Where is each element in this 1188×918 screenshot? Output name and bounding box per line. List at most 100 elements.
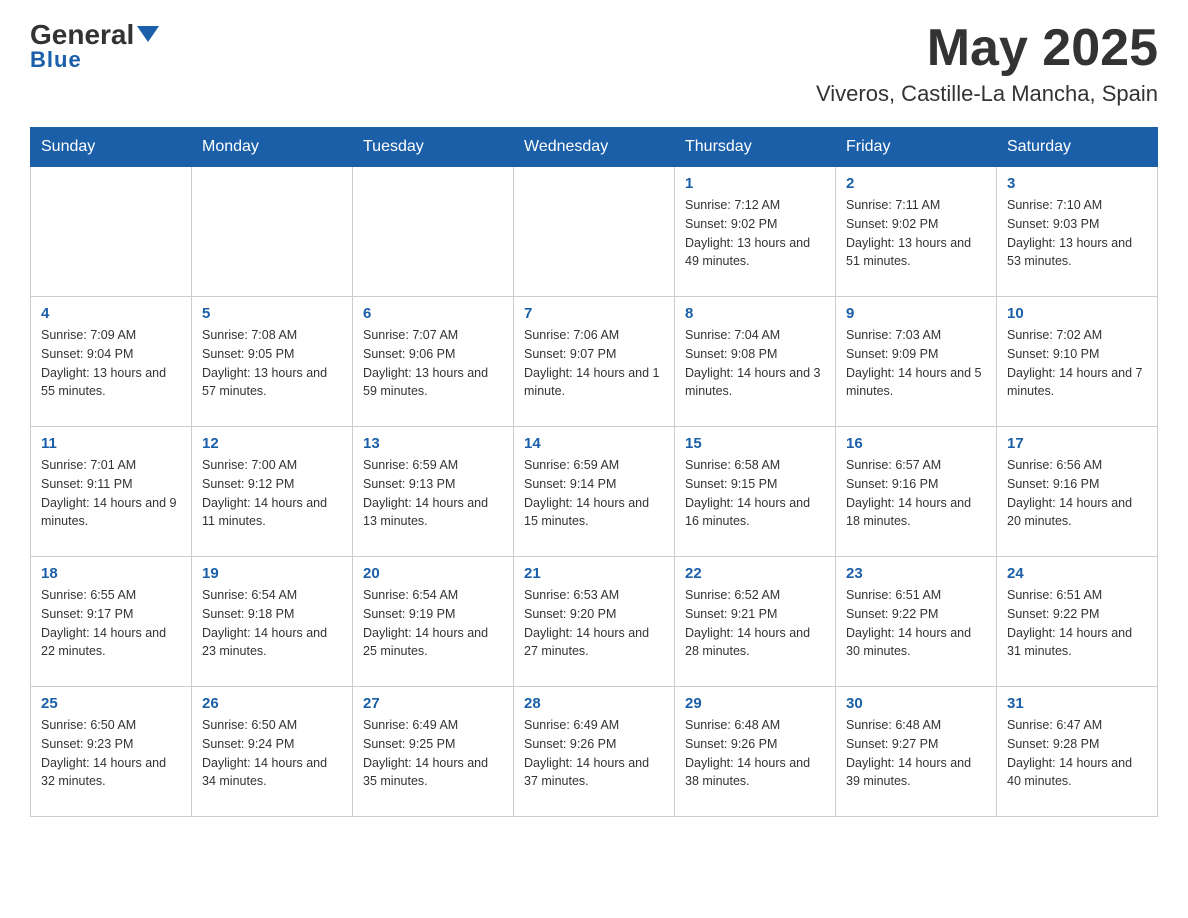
calendar-cell: 29Sunrise: 6:48 AMSunset: 9:26 PMDayligh…	[675, 687, 836, 817]
day-number: 6	[363, 305, 503, 322]
calendar-cell: 30 Sunrise: 6:48 AMSunset: 9:27 PMDayligh…	[836, 687, 997, 817]
day-info: Sunrise: 6:54 AMSunset: 9:18 PMDaylight:…	[202, 586, 342, 661]
day-number: 15	[685, 435, 825, 452]
day-number: 8	[685, 305, 825, 322]
day-number: 10	[1007, 305, 1147, 322]
day-info: Sunrise: 7:07 AMSunset: 9:06 PMDaylight:…	[363, 326, 503, 401]
day-number: 30	[846, 695, 986, 712]
day-number: 9	[846, 305, 986, 322]
day-info: Sunrise: 6:59 AMSunset: 9:13 PMDaylight:…	[363, 456, 503, 531]
location-title: Viveros, Castille-La Mancha, Spain	[816, 81, 1158, 107]
day-number: 7	[524, 305, 664, 322]
day-info: Sunrise: 7:11 AMSunset: 9:02 PMDaylight:…	[846, 196, 986, 271]
calendar-cell: 28Sunrise: 6:49 AMSunset: 9:26 PMDayligh…	[514, 687, 675, 817]
day-number: 17	[1007, 435, 1147, 452]
day-number: 27	[363, 695, 503, 712]
calendar-cell: 1 Sunrise: 7:12 AMSunset: 9:02 PMDaylight…	[675, 167, 836, 297]
calendar-cell: 6 Sunrise: 7:07 AMSunset: 9:06 PMDaylight…	[353, 297, 514, 427]
logo-triangle-icon	[137, 22, 159, 44]
day-number: 16	[846, 435, 986, 452]
day-info: Sunrise: 6:50 AMSunset: 9:23 PMDaylight:…	[41, 716, 181, 791]
week-row-1: 1 Sunrise: 7:12 AMSunset: 9:02 PMDaylight…	[31, 167, 1158, 297]
day-info: Sunrise: 6:55 AMSunset: 9:17 PMDaylight:…	[41, 586, 181, 661]
calendar-cell	[353, 167, 514, 297]
calendar-cell: 16 Sunrise: 6:57 AMSunset: 9:16 PMDayligh…	[836, 427, 997, 557]
day-info: Sunrise: 6:56 AMSunset: 9:16 PMDaylight:…	[1007, 456, 1147, 531]
calendar-cell: 18 Sunrise: 6:55 AMSunset: 9:17 PMDayligh…	[31, 557, 192, 687]
day-info: Sunrise: 6:47 AMSunset: 9:28 PMDaylight:…	[1007, 716, 1147, 791]
day-info: Sunrise: 6:54 AMSunset: 9:19 PMDaylight:…	[363, 586, 503, 661]
calendar-cell: 15 Sunrise: 6:58 AMSunset: 9:15 PMDayligh…	[675, 427, 836, 557]
day-info: Sunrise: 6:58 AMSunset: 9:15 PMDaylight:…	[685, 456, 825, 531]
day-number: 1	[685, 175, 825, 192]
calendar-cell: 13 Sunrise: 6:59 AMSunset: 9:13 PMDayligh…	[353, 427, 514, 557]
day-info: Sunrise: 7:09 AMSunset: 9:04 PMDaylight:…	[41, 326, 181, 401]
day-number: 18	[41, 565, 181, 582]
day-info: Sunrise: 6:52 AMSunset: 9:21 PMDaylight:…	[685, 586, 825, 661]
day-info: Sunrise: 7:12 AMSunset: 9:02 PMDaylight:…	[685, 196, 825, 271]
day-info: Sunrise: 7:08 AMSunset: 9:05 PMDaylight:…	[202, 326, 342, 401]
days-header-row: SundayMondayTuesdayWednesdayThursdayFrid…	[31, 128, 1158, 167]
day-number: 25	[41, 695, 181, 712]
day-info: Sunrise: 7:04 AMSunset: 9:08 PMDaylight:…	[685, 326, 825, 401]
calendar-cell: 19 Sunrise: 6:54 AMSunset: 9:18 PMDayligh…	[192, 557, 353, 687]
calendar-cell	[192, 167, 353, 297]
day-header-tuesday: Tuesday	[353, 128, 514, 167]
day-header-monday: Monday	[192, 128, 353, 167]
day-info: Sunrise: 7:10 AMSunset: 9:03 PMDaylight:…	[1007, 196, 1147, 271]
day-number: 13	[363, 435, 503, 452]
calendar-cell: 9 Sunrise: 7:03 AMSunset: 9:09 PMDaylight…	[836, 297, 997, 427]
day-number: 20	[363, 565, 503, 582]
day-number: 22	[685, 565, 825, 582]
day-number: 23	[846, 565, 986, 582]
calendar-cell: 21Sunrise: 6:53 AMSunset: 9:20 PMDayligh…	[514, 557, 675, 687]
day-info: Sunrise: 6:51 AMSunset: 9:22 PMDaylight:…	[1007, 586, 1147, 661]
day-number: 31	[1007, 695, 1147, 712]
day-info: Sunrise: 6:48 AMSunset: 9:27 PMDaylight:…	[846, 716, 986, 791]
logo-blue-text: Blue	[30, 47, 82, 73]
week-row-5: 25 Sunrise: 6:50 AMSunset: 9:23 PMDayligh…	[31, 687, 1158, 817]
calendar-cell: 24 Sunrise: 6:51 AMSunset: 9:22 PMDayligh…	[997, 557, 1158, 687]
day-info: Sunrise: 6:49 AMSunset: 9:25 PMDaylight:…	[363, 716, 503, 791]
calendar-table: SundayMondayTuesdayWednesdayThursdayFrid…	[30, 127, 1158, 817]
day-number: 19	[202, 565, 342, 582]
day-info: Sunrise: 6:53 AMSunset: 9:20 PMDaylight:…	[524, 586, 664, 661]
day-number: 29	[685, 695, 825, 712]
day-number: 26	[202, 695, 342, 712]
calendar-cell: 27 Sunrise: 6:49 AMSunset: 9:25 PMDayligh…	[353, 687, 514, 817]
day-header-sunday: Sunday	[31, 128, 192, 167]
calendar-cell: 23 Sunrise: 6:51 AMSunset: 9:22 PMDayligh…	[836, 557, 997, 687]
day-number: 28	[524, 695, 664, 712]
calendar-cell: 26 Sunrise: 6:50 AMSunset: 9:24 PMDayligh…	[192, 687, 353, 817]
calendar-cell: 14Sunrise: 6:59 AMSunset: 9:14 PMDayligh…	[514, 427, 675, 557]
calendar-cell: 31 Sunrise: 6:47 AMSunset: 9:28 PMDayligh…	[997, 687, 1158, 817]
day-number: 4	[41, 305, 181, 322]
day-info: Sunrise: 6:57 AMSunset: 9:16 PMDaylight:…	[846, 456, 986, 531]
month-title: May 2025	[816, 20, 1158, 77]
calendar-cell: 25 Sunrise: 6:50 AMSunset: 9:23 PMDayligh…	[31, 687, 192, 817]
logo: General Blue	[30, 20, 159, 73]
day-info: Sunrise: 6:51 AMSunset: 9:22 PMDaylight:…	[846, 586, 986, 661]
day-info: Sunrise: 6:50 AMSunset: 9:24 PMDaylight:…	[202, 716, 342, 791]
calendar-cell: 7Sunrise: 7:06 AMSunset: 9:07 PMDaylight…	[514, 297, 675, 427]
day-number: 2	[846, 175, 986, 192]
day-number: 11	[41, 435, 181, 452]
day-info: Sunrise: 6:59 AMSunset: 9:14 PMDaylight:…	[524, 456, 664, 531]
day-info: Sunrise: 7:02 AMSunset: 9:10 PMDaylight:…	[1007, 326, 1147, 401]
calendar-cell: 3Sunrise: 7:10 AMSunset: 9:03 PMDaylight…	[997, 167, 1158, 297]
week-row-4: 18 Sunrise: 6:55 AMSunset: 9:17 PMDayligh…	[31, 557, 1158, 687]
day-info: Sunrise: 7:00 AMSunset: 9:12 PMDaylight:…	[202, 456, 342, 531]
title-section: May 2025 Viveros, Castille-La Mancha, Sp…	[816, 20, 1158, 107]
day-info: Sunrise: 7:03 AMSunset: 9:09 PMDaylight:…	[846, 326, 986, 401]
page-header: General Blue May 2025 Viveros, Castille-…	[30, 20, 1158, 107]
day-number: 24	[1007, 565, 1147, 582]
day-header-friday: Friday	[836, 128, 997, 167]
day-number: 5	[202, 305, 342, 322]
calendar-cell	[31, 167, 192, 297]
day-header-saturday: Saturday	[997, 128, 1158, 167]
day-info: Sunrise: 7:01 AMSunset: 9:11 PMDaylight:…	[41, 456, 181, 531]
calendar-cell	[514, 167, 675, 297]
calendar-cell: 4 Sunrise: 7:09 AMSunset: 9:04 PMDaylight…	[31, 297, 192, 427]
day-header-wednesday: Wednesday	[514, 128, 675, 167]
calendar-cell: 5 Sunrise: 7:08 AMSunset: 9:05 PMDaylight…	[192, 297, 353, 427]
